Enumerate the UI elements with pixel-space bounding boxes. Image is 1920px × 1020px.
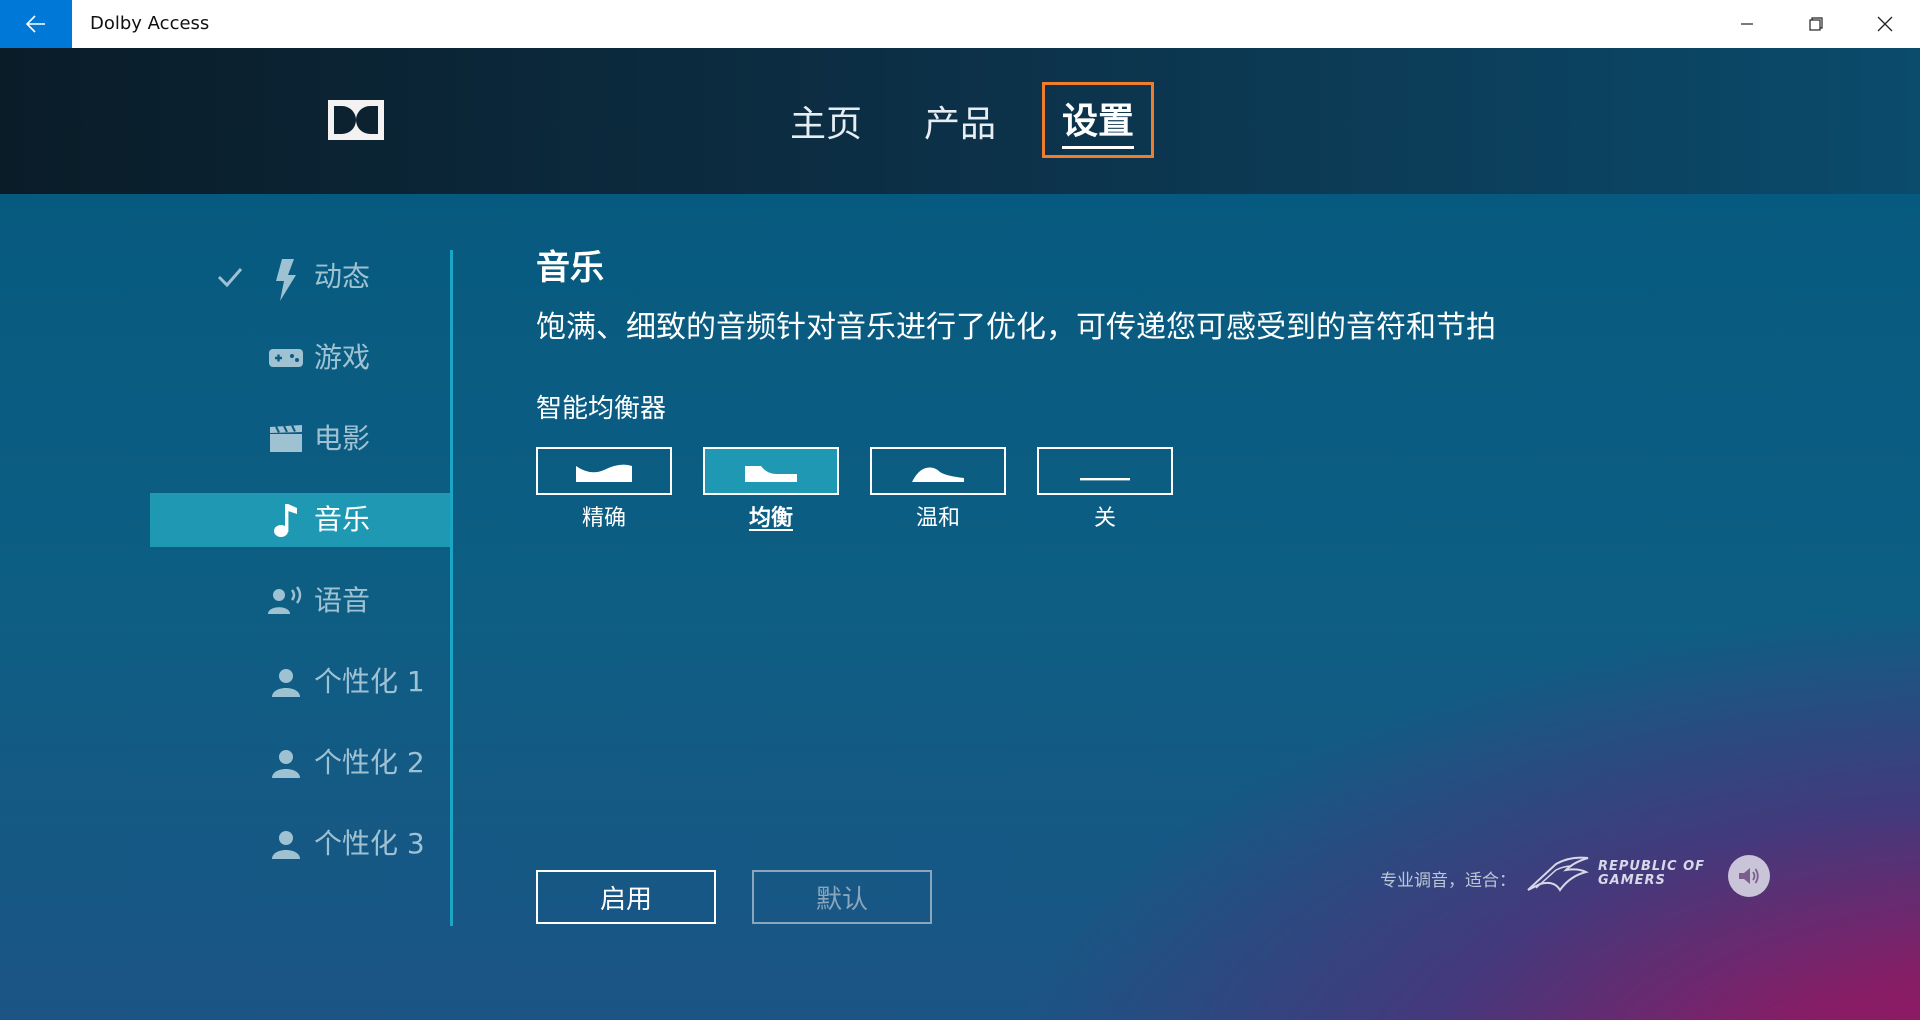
title-bar: Dolby Access	[0, 0, 1920, 48]
sidebar-item-label: 个性化 1	[314, 665, 425, 698]
checkmark-icon	[217, 268, 243, 288]
app-title: Dolby Access	[90, 13, 210, 34]
sidebar-item-label: 语音	[314, 584, 371, 617]
minimize-button[interactable]	[1712, 0, 1781, 48]
tab-home[interactable]: 主页	[780, 48, 872, 194]
sidebar-item-custom-2[interactable]: 个性化 2	[150, 736, 450, 790]
back-arrow-icon	[26, 15, 45, 33]
clapperboard-icon	[266, 424, 306, 454]
sidebar-item-music[interactable]: 音乐	[150, 493, 450, 547]
speaker-icon	[1739, 868, 1759, 884]
tab-home-label: 主页	[789, 104, 862, 145]
equalizer-title: 智能均衡器	[536, 394, 667, 424]
page-description: 饱满、细致的音频针对音乐进行了优化，可传递您可感受到的音符和节拍	[536, 310, 1496, 345]
person-icon	[266, 748, 306, 778]
sidebar-item-label: 动态	[314, 260, 371, 293]
eq-option-off[interactable]	[1037, 447, 1173, 495]
eq-option-warm[interactable]	[870, 447, 1006, 495]
restore-button[interactable]	[1781, 0, 1850, 48]
eq-curve-warm-icon	[912, 467, 964, 482]
eq-option-balanced[interactable]	[703, 447, 839, 495]
sidebar-item-voice[interactable]: 语音	[150, 574, 450, 628]
eq-curve-off-icon	[1080, 478, 1130, 481]
sidebar-item-label: 电影	[314, 422, 371, 455]
default-button[interactable]: 默认	[752, 870, 932, 924]
sidebar-item-label: 个性化 2	[314, 746, 425, 779]
sidebar-item-dynamic[interactable]: 动态	[150, 250, 450, 304]
tab-settings[interactable]: 设置	[1042, 82, 1154, 158]
eq-curve-precise-icon	[576, 464, 632, 482]
eq-label-warm: 温和	[915, 506, 960, 531]
restore-icon	[1808, 17, 1823, 31]
profile-sidebar: 动态 游戏 电影 音乐 语音 个性化 1 个性化 2 个性化 3	[150, 250, 450, 926]
minimize-icon	[1740, 23, 1753, 25]
close-button[interactable]	[1850, 0, 1919, 48]
sidebar-divider	[450, 250, 453, 926]
sidebar-item-game[interactable]: 游戏	[150, 331, 450, 385]
eq-label-off: 关	[1093, 506, 1116, 531]
app-header: 主页 产品 设置	[0, 48, 1920, 194]
tab-settings-label: 设置	[1061, 92, 1134, 149]
eq-option-precise[interactable]	[536, 447, 672, 495]
sidebar-item-label: 个性化 3	[314, 827, 425, 860]
tab-products-label: 产品	[923, 104, 996, 145]
rog-eye-icon	[1527, 856, 1589, 892]
eq-label-balanced: 均衡	[748, 506, 793, 531]
sidebar-item-label: 游戏	[314, 341, 371, 374]
sidebar-item-label: 音乐	[314, 503, 371, 536]
sidebar-item-custom-1[interactable]: 个性化 1	[150, 655, 450, 709]
tab-products[interactable]: 产品	[914, 48, 1006, 194]
gamepad-icon	[266, 343, 306, 373]
person-icon	[266, 829, 306, 859]
close-icon	[1877, 16, 1892, 32]
person-icon	[266, 667, 306, 697]
eq-label-precise: 精确	[581, 506, 626, 531]
apply-button[interactable]: 启用	[536, 870, 716, 924]
rog-logo: REPUBLIC OF GAMERS	[1526, 854, 1712, 894]
back-button[interactable]	[0, 0, 72, 48]
voice-icon	[266, 586, 306, 616]
eq-curve-balanced-icon	[745, 466, 797, 482]
dolby-logo-icon	[328, 100, 384, 140]
music-note-icon	[266, 504, 306, 537]
rog-wordmark: REPUBLIC OF GAMERS	[1598, 860, 1705, 888]
tuned-for-text: 专业调音，适合：	[1380, 871, 1516, 891]
lightning-icon	[266, 259, 306, 301]
sidebar-item-movie[interactable]: 电影	[150, 412, 450, 466]
main-area: 动态 游戏 电影 音乐 语音 个性化 1 个性化 2 个性化 3 音乐 饱满、细…	[0, 194, 1920, 1020]
page-title: 音乐	[536, 248, 604, 288]
rog-line-1: REPUBLIC OF	[1598, 859, 1706, 874]
sidebar-item-custom-3[interactable]: 个性化 3	[150, 817, 450, 871]
rog-line-2: GAMERS	[1598, 873, 1666, 888]
speaker-button[interactable]	[1728, 855, 1770, 897]
